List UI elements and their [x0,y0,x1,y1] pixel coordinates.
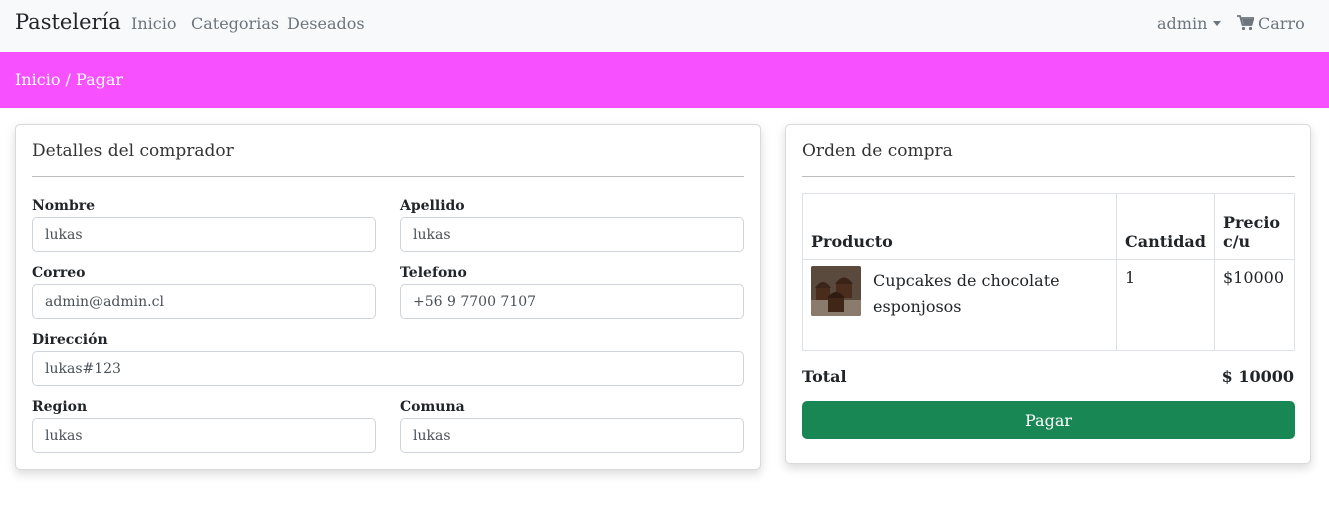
order-title: Orden de compra [802,141,953,161]
table-header-row: Producto Cantidad Precio c/u [802,193,1296,260]
column-header-producto: Producto [802,193,1117,260]
total-label: Total [802,367,847,386]
product-cell: Cupcakes de chocolate esponjosos [802,259,1117,351]
quantity-cell: 1 [1116,259,1215,351]
user-menu-dropdown[interactable]: admin [1157,14,1222,33]
apellido-field[interactable] [400,217,744,252]
comuna-label: Comuna [400,399,465,415]
breadcrumb-bar: Inicio / Pagar [0,52,1329,108]
comuna-field[interactable] [400,418,744,453]
region-field[interactable] [32,418,376,453]
cart-link[interactable]: Carro [1237,14,1305,33]
nav-inicio[interactable]: Inicio [131,14,176,33]
direccion-field[interactable] [32,351,744,386]
divider [32,176,744,177]
direccion-label: Dirección [32,332,108,348]
order-card: Orden de compra Producto Cantidad Precio… [785,124,1311,464]
user-name: admin [1157,14,1208,33]
column-header-cantidad: Cantidad [1116,193,1215,260]
divider [802,176,1295,177]
correo-field[interactable] [32,284,376,319]
correo-label: Correo [32,265,86,281]
buyer-details-card: Detalles del comprador Nombre Apellido C… [15,124,761,470]
brand-logo[interactable]: Pastelería [15,10,121,34]
telefono-label: Telefono [400,265,467,281]
column-header-precio: Precio c/u [1213,193,1296,260]
nombre-field[interactable] [32,217,376,252]
product-thumbnail [811,266,861,316]
caret-down-icon [1213,21,1222,26]
region-label: Region [32,399,88,415]
buyer-details-title: Detalles del comprador [32,141,234,161]
pay-button[interactable]: Pagar [802,401,1295,439]
order-table: Producto Cantidad Precio c/u Cupcakes de… [802,193,1296,351]
price-cell: $10000 [1213,259,1296,351]
nav-deseados[interactable]: Deseados [287,14,365,33]
nombre-label: Nombre [32,198,96,214]
nav-categorias[interactable]: Categorias [191,14,279,33]
breadcrumb: Inicio / Pagar [15,70,124,89]
apellido-label: Apellido [400,198,465,214]
total-value: $ 10000 [1221,367,1294,386]
cart-icon [1237,15,1254,31]
telefono-field[interactable] [400,284,744,319]
cart-label: Carro [1258,14,1305,33]
navbar: Pastelería Inicio Categorias Deseados ad… [0,0,1329,52]
table-row: Cupcakes de chocolate esponjosos 1 $1000… [802,259,1296,351]
